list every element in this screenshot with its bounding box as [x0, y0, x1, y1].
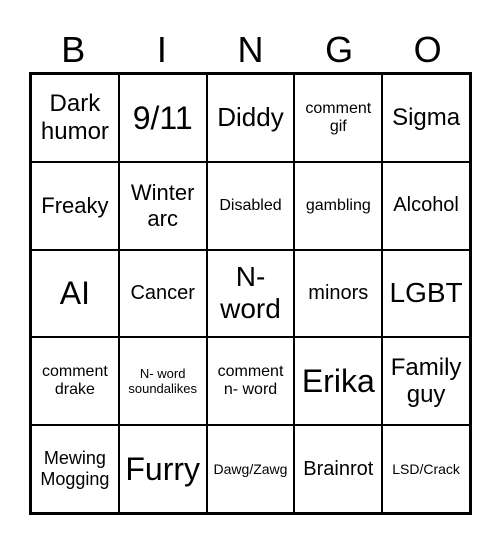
bingo-cell[interactable]: Freaky	[31, 161, 119, 250]
header-letter-n: N	[237, 29, 264, 70]
bingo-cell[interactable]: Winter arc	[118, 161, 207, 250]
bingo-cell[interactable]: comment n- word	[206, 337, 295, 426]
bingo-cell[interactable]: Sigma	[382, 74, 470, 162]
bingo-cell[interactable]: Furry	[118, 425, 207, 513]
bingo-cell[interactable]: Erika	[294, 337, 383, 426]
bingo-cell[interactable]: Family guy	[382, 337, 470, 426]
bingo-cell[interactable]: comment drake	[31, 337, 119, 426]
bingo-cell[interactable]: 9/11	[118, 74, 207, 162]
bingo-cell[interactable]: AI	[31, 249, 119, 338]
bingo-cell[interactable]: N- word	[206, 249, 295, 338]
bingo-cell[interactable]: LSD/Crack	[382, 425, 470, 513]
bingo-cell[interactable]: Dawg/Zawg	[206, 425, 295, 513]
bingo-cell[interactable]: Cancer	[118, 249, 207, 338]
bingo-cell[interactable]: Alcohol	[382, 161, 470, 250]
header-letter-o: O	[413, 29, 442, 70]
bingo-cell[interactable]: Disabled	[206, 161, 295, 250]
header-letter-g: G	[325, 29, 354, 70]
bingo-cell[interactable]: Mewing Mogging	[31, 425, 119, 513]
bingo-cell[interactable]: LGBT	[382, 249, 470, 338]
bingo-cell[interactable]: minors	[294, 249, 383, 338]
bingo-cell[interactable]: N- word soundalikes	[118, 337, 207, 426]
header-letter-b: B	[61, 29, 86, 70]
header-letter-i: I	[156, 29, 167, 70]
bingo-header: B I N G O	[29, 28, 472, 72]
bingo-grid: Dark humor 9/11 Diddy comment gif Sigma …	[29, 72, 472, 515]
bingo-cell[interactable]: Dark humor	[31, 74, 119, 162]
bingo-cell[interactable]: gambling	[294, 161, 383, 250]
bingo-cell[interactable]: Diddy	[206, 74, 295, 162]
bingo-cell[interactable]: Brainrot	[294, 425, 383, 513]
bingo-cell[interactable]: comment gif	[294, 74, 383, 162]
